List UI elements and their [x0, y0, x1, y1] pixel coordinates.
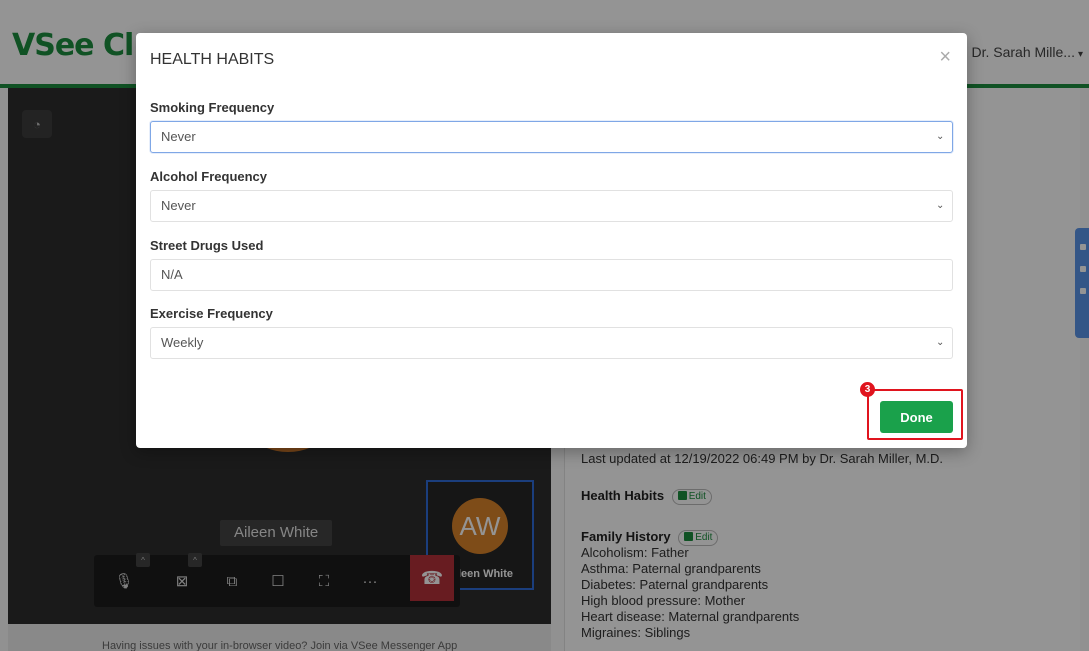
smoking-frequency-label: Smoking Frequency: [150, 100, 275, 115]
close-button[interactable]: ×: [939, 46, 951, 69]
close-icon: ×: [939, 46, 951, 68]
alcohol-frequency-label: Alcohol Frequency: [150, 169, 268, 184]
health-habits-modal: HEALTH HABITS × Smoking Frequency Never …: [136, 33, 967, 448]
exercise-frequency-label: Exercise Frequency: [150, 306, 273, 321]
smoking-frequency-select[interactable]: Never ⌄: [150, 121, 953, 153]
exercise-frequency-value: Weekly: [161, 335, 204, 350]
chevron-down-icon: ⌄: [936, 337, 945, 348]
alcohol-frequency-select[interactable]: Never ⌄: [150, 190, 953, 222]
exercise-frequency-select[interactable]: Weekly ⌄: [150, 327, 953, 359]
chevron-down-icon: ⌄: [936, 131, 945, 142]
street-drugs-input[interactable]: N/A: [150, 259, 953, 291]
alcohol-frequency-value: Never: [161, 198, 196, 213]
chevron-down-icon: ⌄: [936, 200, 945, 211]
street-drugs-label: Street Drugs Used: [150, 238, 264, 253]
modal-title: HEALTH HABITS: [150, 51, 275, 68]
step-number-badge: 3: [860, 382, 875, 397]
street-drugs-value: N/A: [161, 267, 183, 282]
smoking-frequency-value: Never: [161, 129, 196, 144]
done-button[interactable]: Done: [880, 401, 953, 433]
